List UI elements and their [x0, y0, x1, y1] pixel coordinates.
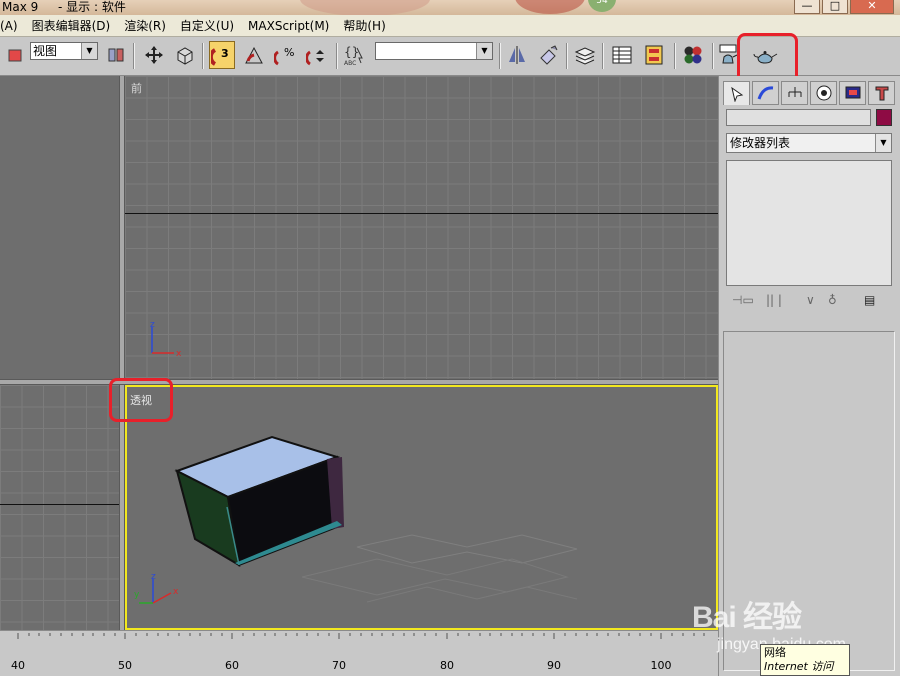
- pin-stack-icon[interactable]: ⊣▭: [732, 293, 754, 307]
- configure-sets-icon[interactable]: ▤: [864, 293, 875, 307]
- viewport-perspective[interactable]: 透视 z y x: [125, 385, 718, 630]
- svg-text:y: y: [134, 590, 140, 600]
- edit-named-selection-icon[interactable]: {} ABC: [342, 41, 368, 69]
- ruler-label: 50: [118, 659, 132, 672]
- menu-maxscript[interactable]: MAXScript(M): [241, 15, 336, 37]
- watermark-logo: Bai 经验: [692, 601, 802, 634]
- select-object-icon[interactable]: [2, 41, 28, 69]
- ground-line: [125, 213, 718, 214]
- angle-snap-icon[interactable]: [241, 41, 267, 69]
- time-ruler[interactable]: 40 50 60 70 80 90 100: [0, 630, 718, 676]
- toolbar-divider: [133, 43, 135, 69]
- svg-text:z: z: [150, 320, 155, 330]
- command-panel: 修改器列表 ▼ ⊣▭ || | ∨ ♁ ▤: [718, 76, 900, 676]
- viewport-top[interactable]: [0, 76, 119, 379]
- ruler-label: 80: [440, 659, 454, 672]
- toolbar-divider: [499, 43, 501, 69]
- object-name-field[interactable]: [726, 109, 871, 126]
- pivot-center-icon[interactable]: [103, 41, 129, 69]
- viewport-left[interactable]: [0, 385, 119, 630]
- utilities-tab-icon[interactable]: [868, 81, 895, 105]
- menu-graph-editors[interactable]: 图表编辑器(D): [25, 15, 118, 37]
- window-title: - 显示 : 软件: [58, 0, 126, 14]
- axis-tripod-icon: z x: [150, 320, 182, 359]
- ruler-label: 70: [332, 659, 346, 672]
- viewport-splitter-vertical[interactable]: [119, 76, 125, 630]
- chevron-down-icon: ▼: [875, 134, 891, 152]
- wallpaper-fragment: [515, 0, 585, 14]
- ruler-label: 90: [547, 659, 561, 672]
- viewport-splitter-horizontal[interactable]: [0, 379, 718, 385]
- stack-tools: ⊣▭ || | ∨ ♁ ▤: [726, 290, 892, 312]
- toolbar-divider: [712, 43, 714, 69]
- make-unique-icon[interactable]: ∨: [806, 293, 815, 307]
- chevron-down-icon: ▼: [81, 43, 97, 59]
- wallpaper-fragment: [300, 0, 430, 15]
- schematic-view-icon[interactable]: [641, 41, 667, 69]
- svg-text:ABC: ABC: [344, 60, 356, 67]
- notification-badge: 54: [588, 0, 616, 12]
- spinner-snap-icon[interactable]: [304, 41, 330, 69]
- select-move-icon[interactable]: [141, 41, 167, 69]
- toolbar-divider: [602, 43, 604, 69]
- show-end-result-icon[interactable]: || |: [766, 293, 782, 307]
- align-icon[interactable]: [535, 41, 561, 69]
- remove-modifier-icon[interactable]: ♁: [828, 293, 837, 307]
- motion-tab-icon[interactable]: [810, 81, 837, 105]
- svg-text:3: 3: [221, 47, 229, 60]
- ground-line: [0, 504, 119, 505]
- toolbar-divider: [566, 43, 568, 69]
- reference-coord-dropdown[interactable]: 视图 ▼: [30, 42, 98, 60]
- svg-text:z: z: [151, 573, 156, 582]
- svg-text:%: %: [284, 46, 294, 59]
- toolbar-divider: [336, 43, 338, 69]
- axis-tripod-icon: z y x: [134, 573, 179, 604]
- mirror-icon[interactable]: [504, 41, 530, 69]
- toolbar-divider: [202, 43, 204, 69]
- scene-box-object[interactable]: [127, 387, 716, 628]
- layer-manager-icon[interactable]: [572, 41, 598, 69]
- viewport-front[interactable]: 前 z x: [125, 76, 718, 379]
- chevron-down-icon: ▼: [476, 43, 492, 59]
- ruler-label: 100: [650, 659, 672, 672]
- modifier-list-dropdown[interactable]: 修改器列表 ▼: [726, 133, 892, 153]
- material-editor-icon[interactable]: [680, 41, 706, 69]
- display-tab-icon[interactable]: [839, 81, 866, 105]
- menu-rendering[interactable]: 渲染(R): [117, 15, 173, 37]
- title-bar: 54 Max 9 - 显示 : 软件 — □ ✕: [0, 0, 900, 15]
- minimize-button[interactable]: —: [794, 0, 820, 14]
- percent-snap-icon[interactable]: %: [272, 41, 298, 69]
- svg-text:x: x: [176, 349, 182, 359]
- network-tooltip: 网络 Internet 访问: [760, 644, 850, 676]
- curve-editor-icon[interactable]: [609, 41, 635, 69]
- ruler-label: 60: [225, 659, 239, 672]
- viewport-label[interactable]: 前: [131, 80, 142, 96]
- maximize-button[interactable]: □: [822, 0, 848, 14]
- snap-3d-icon[interactable]: 3: [209, 41, 235, 69]
- ruler-ticks: [17, 633, 705, 639]
- highlight-annotation: [109, 378, 173, 422]
- modifier-stack-list[interactable]: [726, 160, 892, 286]
- close-button[interactable]: ✕: [850, 0, 894, 14]
- select-scale-icon[interactable]: [172, 41, 198, 69]
- hierarchy-tab-icon[interactable]: [781, 81, 808, 105]
- svg-text:x: x: [173, 587, 179, 597]
- svg-text:{}: {}: [344, 45, 359, 59]
- modify-tab-icon[interactable]: [752, 81, 779, 105]
- menu-help[interactable]: 帮助(H): [336, 15, 392, 37]
- ruler-label: 40: [11, 659, 25, 672]
- command-panel-tabs: [723, 81, 897, 105]
- toolbar-divider: [674, 43, 676, 69]
- named-selection-dropdown[interactable]: ▼: [375, 42, 493, 60]
- menu-animation[interactable]: (A): [0, 15, 25, 37]
- create-tab-icon[interactable]: [723, 81, 750, 105]
- app-name: Max 9: [2, 0, 39, 14]
- object-color-swatch[interactable]: [876, 109, 892, 126]
- menu-customize[interactable]: 自定义(U): [173, 15, 241, 37]
